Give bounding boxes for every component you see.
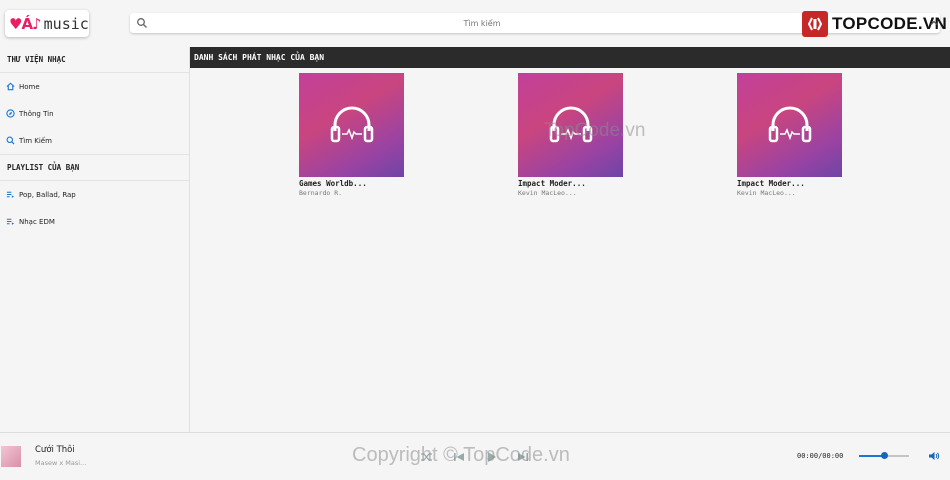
sidebar: THƯ VIỆN NHẠC Home Thông Tin Tìm Kiếm PL… <box>0 47 190 432</box>
playlist-section-title: PLAYLIST CỦA BẠN <box>0 155 189 181</box>
card-title: Impact Moder... <box>737 179 805 188</box>
sidebar-item-home[interactable]: Home <box>0 73 189 100</box>
headphones-icon <box>768 106 811 143</box>
sidebar-item-label: Tìm Kiếm <box>19 136 52 145</box>
playback-controls <box>420 449 530 463</box>
sidebar-item-label: Thông Tin <box>19 109 54 118</box>
skip-previous-icon <box>454 453 464 461</box>
volume-icon[interactable] <box>928 450 940 462</box>
playlist-card[interactable]: Games Worldb... Bernardo R. <box>299 73 405 197</box>
now-playing-thumbnail <box>1 446 21 467</box>
playlist-icon <box>6 191 15 198</box>
brand-icon <box>802 11 828 37</box>
previous-button[interactable] <box>452 449 466 463</box>
next-button[interactable] <box>516 449 530 463</box>
sidebar-item-label: Nhạc EDM <box>19 217 55 226</box>
album-cover[interactable] <box>299 73 404 177</box>
card-artist: Kevin MacLeo... <box>737 189 796 197</box>
top-header: ♥Á♪ music TOPCODE.VN <box>0 0 950 47</box>
shuffle-icon <box>421 453 432 461</box>
logo-mark: ♥Á♪ <box>9 14 42 33</box>
sidebar-item-label: Home <box>19 82 40 91</box>
card-title: Games Worldb... <box>299 179 367 188</box>
compass-icon <box>6 109 15 118</box>
chevron-up-icon[interactable] <box>929 18 939 28</box>
volume-slider[interactable] <box>859 452 909 459</box>
search-input[interactable] <box>152 15 812 31</box>
album-cover[interactable] <box>737 73 842 177</box>
topcode-brand-logo: TOPCODE.VN <box>802 11 947 37</box>
sidebar-item-nhac-edm[interactable]: Nhạc EDM <box>0 208 189 235</box>
playlist-icon <box>6 218 15 225</box>
volume-knob[interactable] <box>881 452 888 459</box>
card-artist: Bernardo R. <box>299 189 343 197</box>
library-section-title: THƯ VIỆN NHẠC <box>0 47 189 73</box>
app-logo[interactable]: ♥Á♪ music <box>5 10 89 37</box>
now-playing-title: Cưới Thôi <box>35 445 75 455</box>
sidebar-item-label: Pop, Ballad, Rap <box>19 190 76 199</box>
skip-next-icon <box>518 453 528 461</box>
card-artist: Kevin MacLeo... <box>518 189 577 197</box>
sidebar-item-search[interactable]: Tìm Kiếm <box>0 127 189 155</box>
sidebar-item-pop-ballad-rap[interactable]: Pop, Ballad, Rap <box>0 181 189 208</box>
playlist-card[interactable]: Impact Moder... Kevin MacLeo... <box>518 73 624 197</box>
play-button[interactable] <box>484 449 498 463</box>
shuffle-button[interactable] <box>420 449 434 463</box>
playlist-card[interactable]: Impact Moder... Kevin MacLeo... <box>737 73 843 197</box>
home-icon <box>6 82 15 91</box>
player-bar: Cưới Thôi Masew x Masi... 00:00/00:00 <box>0 432 950 480</box>
search-icon <box>137 18 147 28</box>
playback-time: 00:00/00:00 <box>797 452 844 460</box>
search-icon <box>6 136 15 145</box>
section-title-bar: DANH SÁCH PHÁT NHẠC CỦA BẠN <box>190 47 950 68</box>
logo-name: music <box>43 14 89 33</box>
album-cover[interactable] <box>518 73 623 177</box>
play-icon <box>488 452 496 462</box>
card-title: Impact Moder... <box>518 179 586 188</box>
now-playing-artist: Masew x Masi... <box>35 459 87 467</box>
sidebar-item-info[interactable]: Thông Tin <box>0 100 189 127</box>
headphones-icon <box>549 106 592 143</box>
headphones-icon <box>330 106 373 143</box>
